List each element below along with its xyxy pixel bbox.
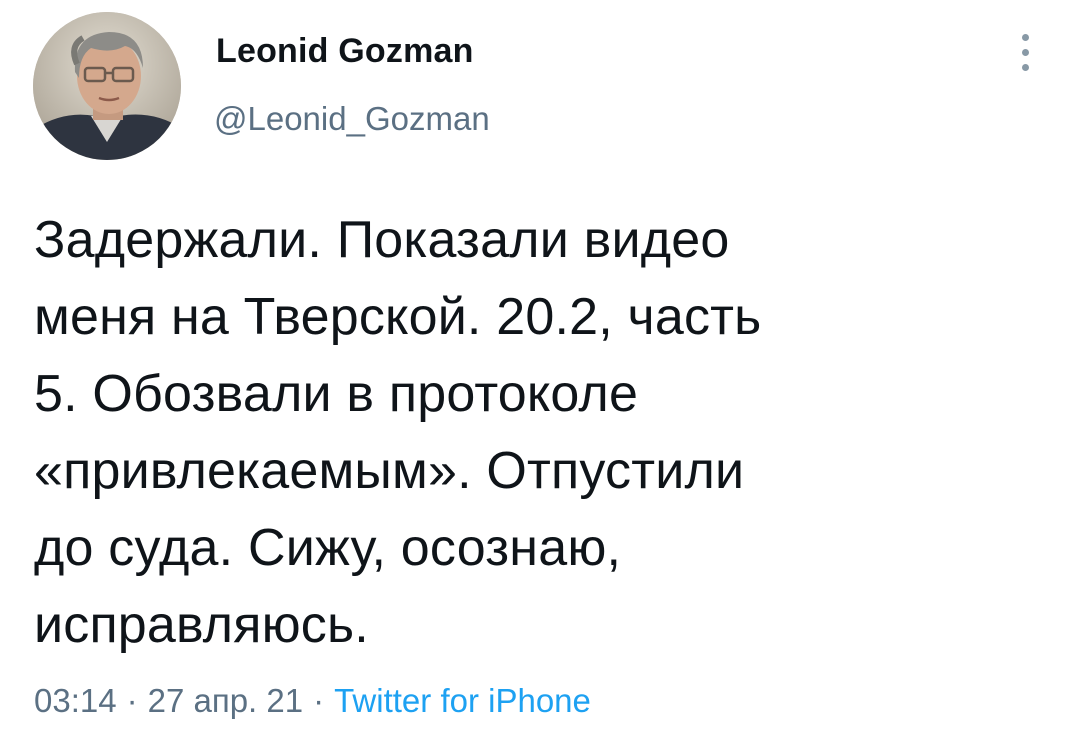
avatar-photo (33, 12, 181, 160)
tweet-text: Задержали. Показали видео меня на Тверск… (34, 202, 1034, 664)
tweet-date[interactable]: 27 апр. 21 (148, 682, 304, 719)
tweet-card: Leonid Gozman @Leonid_Gozman Задержали. … (0, 0, 1072, 743)
more-options-button[interactable] (1008, 30, 1044, 76)
meta-separator: · (313, 682, 325, 719)
tweet-source-link[interactable]: Twitter for iPhone (334, 682, 591, 719)
tweet-text-line: исправляюсь. (34, 596, 369, 654)
vertical-ellipsis-icon-dot (1022, 64, 1029, 71)
tweet-text-line: до суда. Сижу, осознаю, (34, 519, 622, 577)
tweet-text-line: 5. Обозвали в протоколе (34, 365, 639, 423)
meta-separator: · (126, 682, 138, 719)
tweet-text-line: «привлекаемым». Отпустили (34, 442, 745, 500)
avatar[interactable] (33, 12, 181, 160)
author-handle[interactable]: @Leonid_Gozman (214, 100, 490, 138)
tweet-time[interactable]: 03:14 (34, 682, 117, 719)
vertical-ellipsis-icon (1022, 34, 1029, 41)
author-name[interactable]: Leonid Gozman (216, 32, 474, 71)
tweet-metadata: 03:14 · 27 апр. 21 · Twitter for iPhone (34, 682, 591, 720)
vertical-ellipsis-icon-dot (1022, 49, 1029, 56)
tweet-text-line: меня на Тверской. 20.2, часть (34, 288, 762, 346)
tweet-text-line: Задержали. Показали видео (34, 211, 730, 269)
